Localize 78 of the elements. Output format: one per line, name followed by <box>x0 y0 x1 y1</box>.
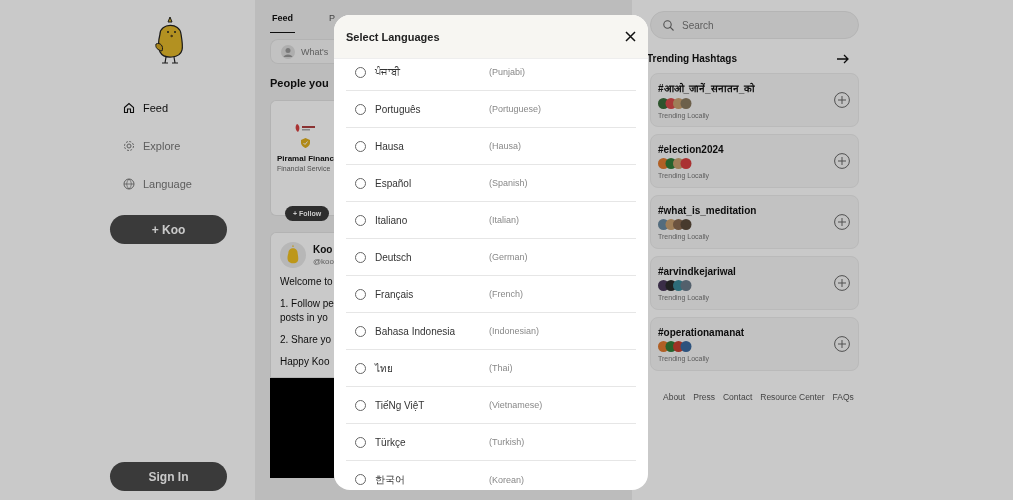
language-option[interactable]: Español (Spanish) <box>346 165 636 202</box>
plus-icon[interactable] <box>834 275 850 291</box>
koo-button[interactable]: + Koo <box>110 215 227 244</box>
language-english-name: (Portuguese) <box>489 104 542 114</box>
language-name: Français <box>375 288 415 300</box>
account-name: Piramal Financ <box>277 154 334 163</box>
author-name: Koo <box>312 244 334 255</box>
hashtag-name: #arvindkejariwal <box>658 265 736 277</box>
language-name: Português <box>375 103 422 115</box>
home-icon <box>123 102 135 114</box>
language-option[interactable]: Italiano (Italian) <box>346 202 636 239</box>
nav-item[interactable]: Feed <box>123 98 192 118</box>
language-option[interactable]: Bahasa Indonesia (Indonesian) <box>346 313 636 350</box>
sign-in-button[interactable]: Sign In <box>110 462 227 491</box>
language-english-name: (Thai) <box>489 363 513 373</box>
search-icon <box>663 19 674 31</box>
language-english-name: (Italian) <box>489 215 519 225</box>
language-option[interactable]: Français (French) <box>346 276 636 313</box>
post-text: 2. Share yo <box>280 333 333 347</box>
user-avatar-icon <box>281 44 295 59</box>
dialog-title: Select Languages <box>346 30 440 43</box>
language-option[interactable]: ਪੰਜਾਬੀ (Punjabi) <box>346 59 636 91</box>
post-text: Happy Koo <box>280 355 331 369</box>
footer-link[interactable]: Resource Center <box>760 392 825 402</box>
language-english-name: (Spanish) <box>489 178 528 188</box>
hashtag-name: #आओ_जानें_सनातन_को <box>658 81 756 95</box>
footer-link[interactable]: FAQs <box>832 392 854 402</box>
language-name: Hausa <box>375 140 405 152</box>
language-name: Türkçe <box>375 436 407 448</box>
nav-item[interactable]: Explore <box>123 136 192 156</box>
language-english-name: (German) <box>489 252 528 262</box>
section-title: Trending Hashtags <box>647 53 737 64</box>
feed-tab[interactable]: Feed <box>270 10 295 33</box>
hashtag-name: #election2024 <box>658 143 724 155</box>
language-english-name: (Turkish) <box>489 437 525 447</box>
language-name: Español <box>375 177 413 189</box>
language-name: 한국어 <box>375 472 406 487</box>
nav-item[interactable]: Language <box>123 174 192 194</box>
language-english-name: (Vietnamese) <box>489 400 543 410</box>
language-option[interactable]: Deutsch (German) <box>346 239 636 276</box>
language-name: Italiano <box>375 214 409 226</box>
language-english-name: (Korean) <box>489 474 524 485</box>
plus-icon[interactable] <box>834 92 850 108</box>
language-english-name: (Hausa) <box>489 141 521 151</box>
company-logo <box>294 123 317 133</box>
language-name: ਪੰਜਾਬੀ <box>375 66 402 78</box>
plus-icon[interactable] <box>834 153 850 169</box>
language-name: TiếNg ViệT <box>375 399 426 411</box>
arrow-right-icon[interactable] <box>837 53 849 64</box>
globe-icon <box>123 178 135 190</box>
footer-link[interactable]: Press <box>693 392 715 402</box>
plus-icon[interactable] <box>834 336 850 352</box>
footer-link[interactable]: Contact <box>722 392 753 402</box>
language-name: ไทย <box>375 361 394 376</box>
language-option[interactable]: TiếNg ViệT (Vietnamese) <box>346 387 636 424</box>
language-english-name: (French) <box>489 289 523 299</box>
close-icon[interactable] <box>625 31 636 42</box>
language-name: Bahasa Indonesia <box>375 325 457 337</box>
gear-icon <box>123 140 135 152</box>
language-option[interactable]: Türkçe (Turkish) <box>346 424 636 461</box>
post-text: Welcome to <box>280 275 334 289</box>
language-option[interactable]: Hausa (Hausa) <box>346 128 636 165</box>
language-name: Deutsch <box>375 251 413 263</box>
post-text: 1. Follow pe posts in yo <box>280 297 334 325</box>
search-field[interactable]: Search <box>650 11 859 39</box>
language-english-name: (Indonesian) <box>489 326 540 336</box>
section-title: People you <box>270 77 329 89</box>
footer-link[interactable]: About <box>663 392 686 402</box>
author-handle: @koo <box>312 257 334 266</box>
language-option[interactable]: Português (Portuguese) <box>346 91 636 128</box>
language-option[interactable]: ไทย (Thai) <box>346 350 636 387</box>
plus-icon[interactable] <box>834 214 850 230</box>
hashtag-name: #operationamanat <box>658 326 745 338</box>
feed-tab[interactable]: P <box>327 10 338 33</box>
bird-avatar-icon <box>280 241 306 269</box>
language-option[interactable]: 한국어 (Korean) <box>346 461 636 490</box>
language-english-name: (Punjabi) <box>489 67 526 77</box>
hashtag-name: #what_is_meditation <box>658 204 757 216</box>
